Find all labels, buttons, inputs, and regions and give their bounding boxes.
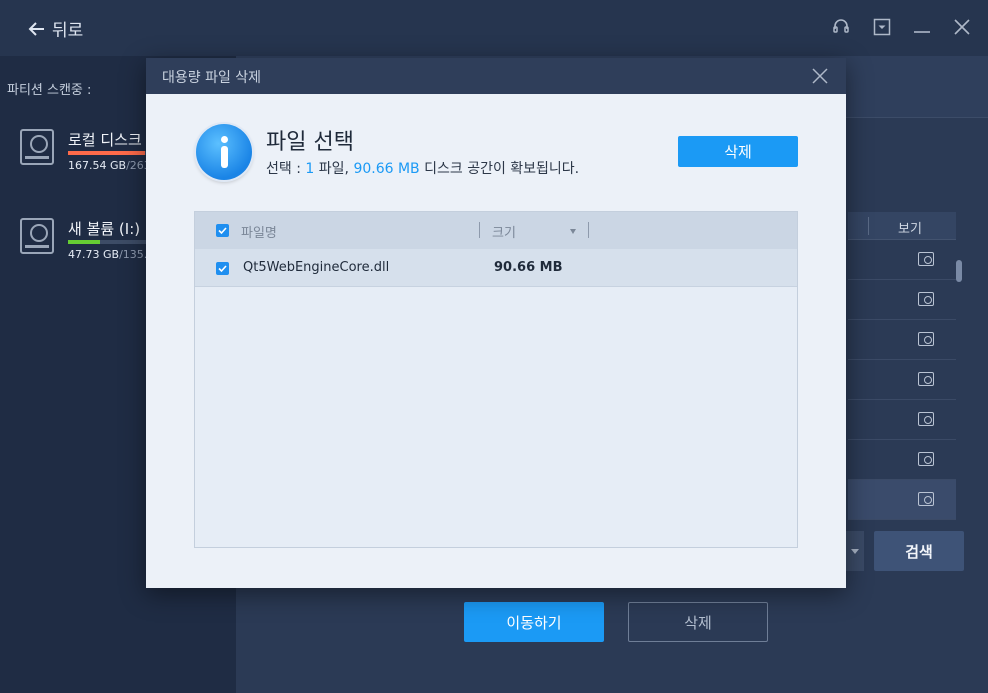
dialog-header: 대용량 파일 삭제 xyxy=(146,58,846,94)
file-size: 90.66 MB xyxy=(494,260,563,275)
delete-button[interactable]: 삭제 xyxy=(678,136,798,167)
drive-usage-bar xyxy=(68,151,158,155)
open-folder-icon[interactable] xyxy=(918,292,934,306)
checkmark-icon xyxy=(218,265,227,273)
move-button[interactable]: 이동하기 xyxy=(464,602,604,642)
search-button[interactable]: 검색 xyxy=(874,531,964,571)
column-divider[interactable] xyxy=(479,222,480,238)
hard-disk-icon xyxy=(20,218,54,254)
table-row[interactable] xyxy=(848,240,956,280)
selection-summary: 선택 : 1 파일, 90.66 MB 디스크 공간이 확보됩니다. xyxy=(266,158,579,178)
view-column-header: 보기 xyxy=(898,222,922,237)
dialog-heading: 파일 선택 xyxy=(266,130,354,155)
top-bar: 뒤로 xyxy=(0,0,988,56)
summary-suffix: 디스크 공간이 확보됩니다. xyxy=(419,161,580,177)
background-file-table: 보기 xyxy=(848,212,956,520)
drive-item-new-volume[interactable]: 새 볼륨 (I:) 47.73 GB/135.3 xyxy=(20,218,158,266)
selected-count: 1 xyxy=(305,161,315,177)
open-folder-icon[interactable] xyxy=(918,252,934,266)
file-name: Qt5WebEngineCore.dll xyxy=(243,260,390,275)
selected-size: 90.66 MB xyxy=(353,161,420,177)
support-button[interactable] xyxy=(830,16,852,38)
dropdown-box-icon xyxy=(873,18,891,36)
drive-usage-bar xyxy=(68,240,158,244)
table-row[interactable] xyxy=(848,360,956,400)
background-table-header: 보기 xyxy=(848,212,956,240)
file-table-header: 파일명 크기 xyxy=(195,212,797,249)
column-header-size[interactable]: 크기 xyxy=(492,222,516,241)
table-row[interactable] xyxy=(848,440,956,480)
close-icon xyxy=(954,19,970,35)
delete-button-background[interactable]: 삭제 xyxy=(628,602,768,642)
checkmark-icon xyxy=(218,227,227,235)
back-button[interactable]: 뒤로 xyxy=(28,16,83,41)
select-all-checkbox[interactable] xyxy=(216,224,229,237)
drive-name: 로컬 디스크 xyxy=(68,131,142,149)
drive-used: 167.54 GB xyxy=(68,159,127,172)
hard-disk-icon xyxy=(20,129,54,165)
scrollbar-thumb[interactable] xyxy=(956,260,962,282)
minimize-icon xyxy=(914,31,930,33)
file-table: 파일명 크기 Qt5WebEngineCore.dll 90.66 MB xyxy=(194,211,798,548)
drive-name: 새 볼륨 (I:) xyxy=(68,220,141,238)
column-divider[interactable] xyxy=(588,222,589,238)
drive-used: 47.73 GB xyxy=(68,248,120,261)
info-icon xyxy=(196,124,252,180)
headset-icon xyxy=(833,19,849,33)
column-header-filename[interactable]: 파일명 xyxy=(241,222,277,241)
summary-count-suffix: 파일, xyxy=(314,161,354,177)
summary-prefix: 선택 : xyxy=(266,161,306,177)
open-folder-icon[interactable] xyxy=(918,412,934,426)
drive-item-local[interactable]: 로컬 디스크 167.54 GB/263 xyxy=(20,129,158,177)
close-window-button[interactable] xyxy=(951,16,973,38)
dialog-title: 대용량 파일 삭제 xyxy=(162,70,262,86)
table-row[interactable] xyxy=(848,280,956,320)
close-icon xyxy=(812,68,828,84)
table-row[interactable] xyxy=(848,400,956,440)
open-folder-icon[interactable] xyxy=(918,332,934,346)
minimize-button[interactable] xyxy=(911,16,933,38)
dialog-close-button[interactable] xyxy=(810,66,830,86)
scan-label: 파티션 스캔중 : xyxy=(7,83,92,98)
table-row[interactable] xyxy=(848,480,956,520)
row-checkbox[interactable] xyxy=(216,262,229,275)
open-folder-icon[interactable] xyxy=(918,372,934,386)
open-folder-icon[interactable] xyxy=(918,452,934,466)
menu-button[interactable] xyxy=(871,16,893,38)
sort-desc-icon[interactable] xyxy=(570,229,576,234)
filter-dropdown[interactable] xyxy=(846,531,864,571)
table-row[interactable]: Qt5WebEngineCore.dll 90.66 MB xyxy=(195,249,797,287)
large-file-delete-dialog: 대용량 파일 삭제 파일 선택 선택 : 1 파일, 90.66 MB 디스크 … xyxy=(146,58,846,588)
table-row[interactable] xyxy=(848,320,956,360)
arrow-left-icon xyxy=(28,21,44,36)
back-label: 뒤로 xyxy=(52,21,84,41)
open-folder-icon[interactable] xyxy=(918,492,934,506)
